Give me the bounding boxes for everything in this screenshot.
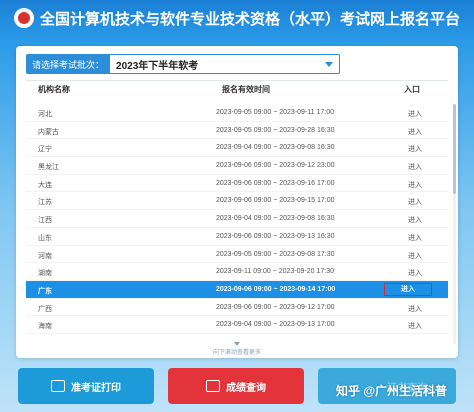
admit-card-print-button[interactable]: 准考证打印: [18, 368, 154, 404]
org-cell: 河北: [38, 111, 52, 118]
divider: [26, 80, 448, 81]
page-title: 全国计算机技术与软件专业技术资格（水平）考试网上报名平台: [39, 10, 460, 28]
scrollbar-thumb[interactable]: [453, 104, 456, 194]
table-row: 广西 2023-09-06 09:00 ~ 2023-09-12 17:00 进入: [26, 299, 448, 317]
time-cell: 2023-09-11 09:00 ~ 2023-09-20 17:30: [216, 268, 334, 276]
table-row: 大连 2023-09-06 09:00 ~ 2023-09-16 17:00 进入: [26, 175, 448, 193]
score-query-label: 成绩查询: [226, 382, 266, 394]
table-row: 江西 2023-09-04 09:00 ~ 2023-09-08 16:30 进入: [26, 210, 448, 228]
org-cell: 内蒙古: [38, 128, 59, 136]
chevron-down-icon[interactable]: [325, 61, 334, 67]
score-query-button[interactable]: 成绩查询: [168, 368, 304, 404]
enter-button-highlighted[interactable]: 进入: [384, 282, 432, 296]
chevron-down-icon: [234, 342, 240, 346]
table-row: 河北 2023-09-05 09:00 ~ 2023-09-11 17:00 进入: [26, 104, 448, 122]
org-cell: 黑龙江: [38, 164, 59, 172]
table-row: 辽宁 2023-09-04 09:00 ~ 2023-09-08 16:30 进入: [26, 139, 448, 158]
document-icon: [206, 380, 220, 392]
selected-batch: 2023年下半年软考: [116, 60, 199, 72]
org-cell: 湖南: [38, 270, 52, 278]
table-row: 海南 2023-09-04 09:00 ~ 2023-09-13 17:00 进入: [26, 316, 448, 334]
org-cell: 河南: [38, 252, 52, 260]
table-row: 山东 2023-09-06 09:00 ~ 2023-09-13 16:30 进入: [26, 228, 448, 246]
time-cell: 2023-09-06 09:00 ~ 2023-09-12 23:00: [216, 162, 335, 170]
table-row-selected[interactable]: 广东 2023-09-06 09:00 ~ 2023-09-14 17:00 进入: [26, 280, 448, 299]
enter-link[interactable]: 进入: [408, 109, 422, 119]
scroll-more-hint[interactable]: 向下滚动查看更多: [16, 342, 458, 356]
enter-link[interactable]: 进入: [408, 162, 422, 172]
exam-batch-selector[interactable]: 请选择考试批次： 2023年下半年软考: [26, 54, 341, 74]
main-panel: 请选择考试批次： 2023年下半年软考 机构名称 报名有效时间 入口 河北 202…: [16, 46, 458, 358]
header-entry: 入口: [404, 85, 420, 94]
table-body: 河北 2023-09-05 09:00 ~ 2023-09-11 17:00 进入 …: [26, 104, 448, 334]
enter-link[interactable]: 进入: [408, 215, 422, 225]
org-cell: 山东: [38, 234, 52, 242]
app-header: 全国计算机技术与软件专业技术资格（水平）考试网上报名平台: [0, 0, 474, 36]
enter-link[interactable]: 进入: [408, 180, 422, 190]
logo-icon: [13, 8, 34, 28]
scroll-more-label: 向下滚动查看更多: [212, 350, 261, 356]
org-cell: 大连: [38, 181, 52, 189]
enter-link[interactable]: 进入: [408, 144, 422, 154]
org-cell: 江西: [38, 217, 52, 225]
org-cell: 江苏: [38, 199, 52, 207]
time-cell: 2023-09-06 09:00 ~ 2023-09-15 17:00: [216, 197, 335, 205]
time-cell: 2023-09-06 09:00 ~ 2023-09-12 17:00: [216, 303, 335, 311]
enter-link[interactable]: 进入: [408, 268, 422, 278]
enter-link[interactable]: 进入: [408, 197, 422, 207]
time-cell: 2023-09-06 09:00 ~ 2023-09-16 17:00: [216, 179, 335, 187]
org-cell: 广西: [38, 305, 52, 313]
admit-card-label: 准考证打印: [71, 382, 121, 394]
time-cell: 2023-09-06 09:00 ~ 2023-09-14 17:00: [216, 285, 336, 293]
enter-link[interactable]: 进入: [408, 233, 422, 243]
selector-label: 请选择考试批次：: [26, 54, 111, 74]
org-cell: 广东: [38, 287, 52, 295]
time-cell: 2023-09-04 09:00 ~ 2023-09-08 16:30: [216, 144, 335, 152]
id-card-icon: [51, 380, 65, 392]
enter-link[interactable]: 进入: [408, 127, 422, 137]
enter-link[interactable]: 进入: [408, 304, 422, 314]
time-cell: 2023-09-06 09:00 ~ 2023-09-13 16:30: [216, 232, 335, 240]
header-time: 报名有效时间: [222, 85, 270, 94]
time-cell: 2023-09-05 09:00 ~ 2023-09-08 17:30: [216, 250, 335, 258]
org-cell: 辽宁: [38, 146, 52, 154]
time-cell: 2023-09-04 09:00 ~ 2023-09-13 17:00: [216, 321, 335, 329]
table-row: 湖南 2023-09-11 09:00 ~ 2023-09-20 17:30 进入: [26, 263, 448, 281]
table-row: 内蒙古 2023-09-05 09:00 ~ 2023-09-28 16:30 进入: [26, 122, 448, 140]
time-cell: 2023-09-04 09:00 ~ 2023-09-08 16:30: [216, 215, 335, 223]
enter-link[interactable]: 进入: [408, 321, 422, 331]
table-header: 机构名称 报名有效时间 入口: [26, 84, 448, 100]
watermark-text: 知乎 @广州生活科普: [336, 384, 448, 398]
exam-batch-dropdown[interactable]: 2023年下半年软考: [110, 54, 341, 74]
enter-link[interactable]: 进入: [408, 251, 422, 261]
table-row: 河南 2023-09-05 09:00 ~ 2023-09-08 17:30 进入: [26, 246, 448, 264]
header-org: 机构名称: [38, 85, 70, 94]
org-cell: 海南: [38, 323, 52, 331]
table-row: 黑龙江 2023-09-06 09:00 ~ 2023-09-12 23:00 进入: [26, 157, 448, 175]
time-cell: 2023-09-05 09:00 ~ 2023-09-11 17:00: [216, 109, 334, 116]
table-row: 江苏 2023-09-06 09:00 ~ 2023-09-15 17:00 进入: [26, 192, 448, 211]
scrollbar[interactable]: [453, 104, 456, 344]
time-cell: 2023-09-05 09:00 ~ 2023-09-28 16:30: [216, 126, 335, 134]
